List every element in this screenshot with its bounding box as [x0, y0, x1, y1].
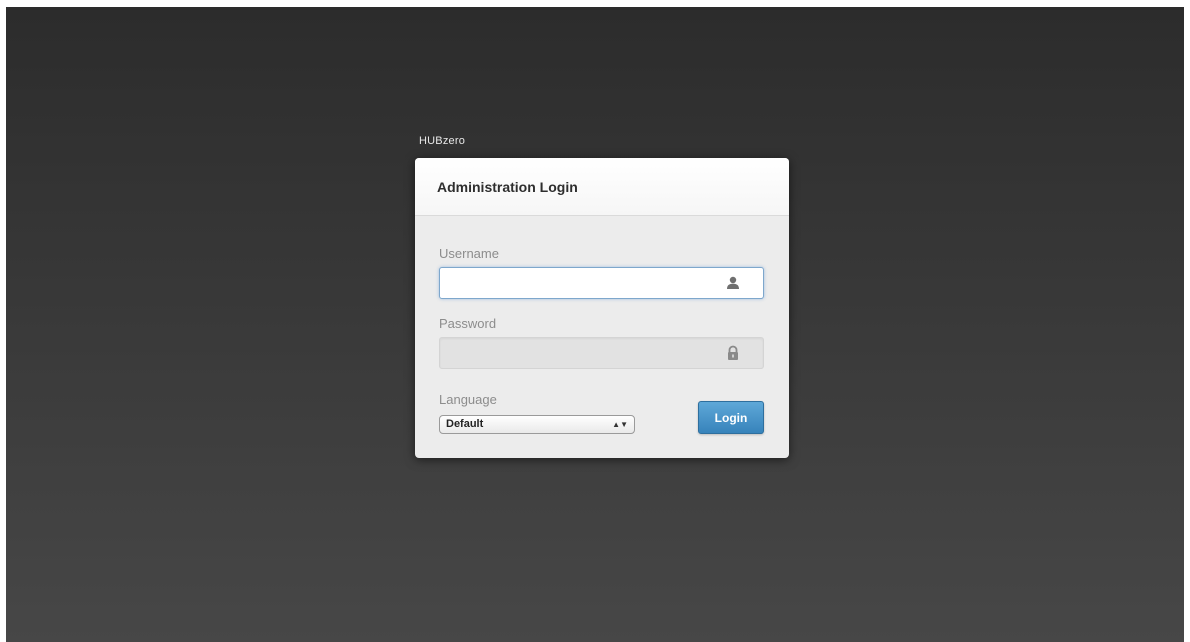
login-panel: Administration Login Username Password L… — [415, 158, 789, 458]
select-arrows-icon: ▲▼ — [612, 420, 628, 429]
password-input[interactable] — [439, 337, 764, 369]
page-background: HUBzero Administration Login Username Pa… — [6, 7, 1184, 642]
user-icon — [727, 276, 739, 289]
brand-name: HUBzero — [419, 135, 466, 147]
login-header: Administration Login — [415, 158, 789, 216]
language-selected-value: Default — [446, 418, 484, 430]
login-title: Administration Login — [437, 179, 578, 195]
password-label: Password — [439, 316, 497, 331]
language-label: Language — [439, 392, 497, 407]
login-button[interactable]: Login — [698, 401, 764, 434]
language-select[interactable]: Default ▲▼ — [439, 415, 635, 434]
lock-icon — [728, 345, 738, 360]
login-form: Username Password Language Default ▲▼ Lo… — [415, 216, 789, 458]
username-label: Username — [439, 246, 499, 261]
username-input[interactable] — [439, 267, 764, 299]
